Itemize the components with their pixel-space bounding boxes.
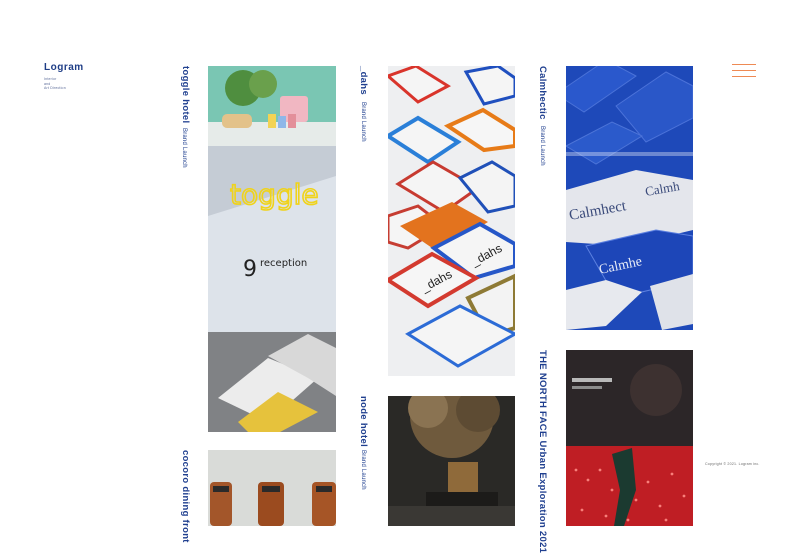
project-title-toggle-hotel[interactable]: toggle hotel xyxy=(180,66,191,123)
lit-artwork xyxy=(448,462,478,496)
site-tagline: Interior and Art Direction xyxy=(44,77,66,91)
room-number: 9 xyxy=(243,257,257,282)
plant-leaves xyxy=(249,70,277,98)
dahs-image[interactable]: _dahs _dahs xyxy=(388,66,515,376)
toggle-signage: toggle xyxy=(230,178,319,211)
menu-line xyxy=(732,64,756,66)
cocoro-dining-image[interactable] xyxy=(208,450,336,526)
cup xyxy=(268,114,276,128)
image-seam xyxy=(566,152,693,156)
cup xyxy=(288,114,296,128)
screen-text-line xyxy=(572,378,612,382)
menu-line xyxy=(732,76,756,78)
reception-sign: reception xyxy=(260,258,307,269)
bottle-cap xyxy=(316,486,332,492)
project-title-calmhectic[interactable]: Calmhectic xyxy=(537,66,548,120)
floor xyxy=(388,506,515,526)
toggle-hotel-image[interactable]: toggle 9 reception xyxy=(208,66,336,432)
node-hotel-image[interactable] xyxy=(388,396,515,526)
project-title-dahs[interactable]: _dahs xyxy=(358,66,369,95)
project-title-the-north-face[interactable]: THE NORTH FACE Urban Exploration 2021 xyxy=(537,350,548,553)
the-north-face-image[interactable] xyxy=(566,350,693,526)
sandwich xyxy=(222,114,252,128)
project-category-calmhectic: Brand Launch xyxy=(539,126,545,166)
project-title-node-hotel[interactable]: node hotel xyxy=(358,396,369,447)
calmhectic-image[interactable]: Calmhect Calmh Calmhe xyxy=(566,66,693,330)
menu-line xyxy=(732,70,756,72)
copyright-notice: Copyright © 2021. Logram inc. xyxy=(705,462,760,466)
bottle-cap xyxy=(262,486,280,492)
tagline-line: Art Direction xyxy=(44,86,66,91)
hair-silhouette xyxy=(630,364,682,416)
site-logo[interactable]: Logram xyxy=(44,62,84,73)
project-title-cocoro-dining[interactable]: cocoro dining front xyxy=(180,450,191,543)
bottle-cap xyxy=(213,486,229,492)
hamburger-menu-icon[interactable] xyxy=(732,64,756,78)
project-category-dahs: Brand Launch xyxy=(360,102,366,142)
screen-text-line xyxy=(572,386,602,389)
project-category-node-hotel: Brand Launch xyxy=(360,450,366,490)
cup xyxy=(278,116,286,128)
project-category-toggle-hotel: Brand Launch xyxy=(181,128,187,168)
